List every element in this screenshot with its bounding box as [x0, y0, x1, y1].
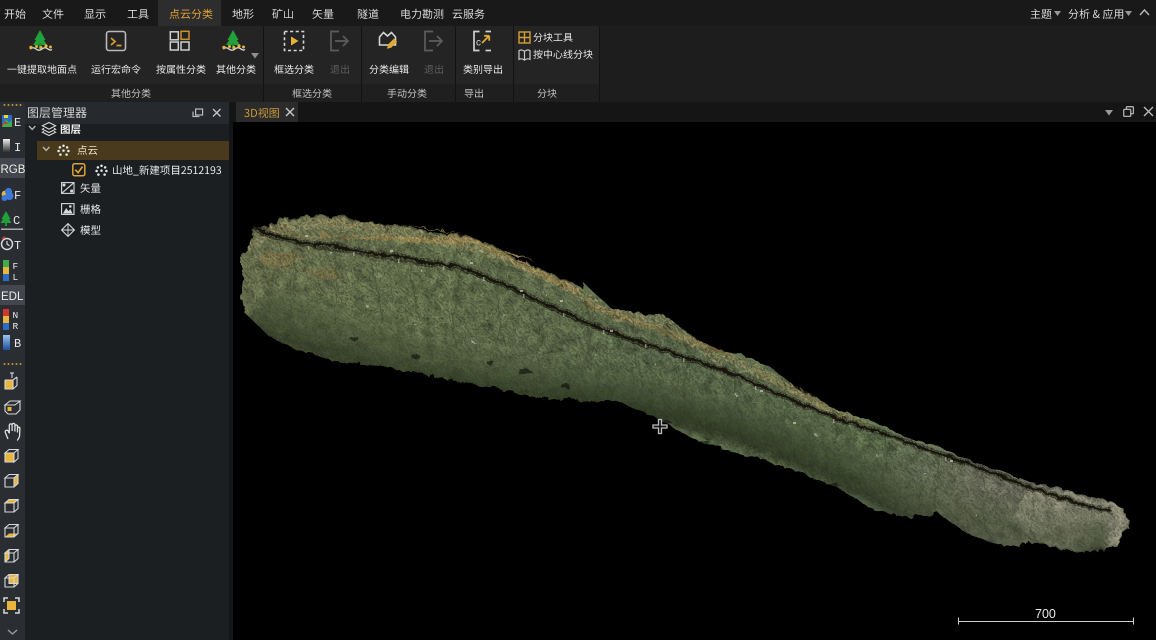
svg-text:C: C: [13, 214, 20, 228]
svg-text:EDL: EDL: [1, 291, 24, 303]
svg-text:B: B: [14, 337, 21, 351]
svg-text:700: 700: [1035, 607, 1056, 621]
svg-text:E: E: [14, 116, 21, 130]
svg-text:c: c: [476, 38, 481, 49]
svg-text:R: R: [13, 321, 19, 332]
svg-text:RGB: RGB: [1, 164, 26, 176]
svg-text:N: N: [13, 310, 19, 321]
svg-text:T: T: [14, 239, 21, 253]
svg-text:F: F: [14, 189, 21, 203]
svg-text:I: I: [14, 141, 21, 155]
svg-text:L: L: [13, 272, 19, 283]
svg-text:F: F: [13, 261, 19, 272]
